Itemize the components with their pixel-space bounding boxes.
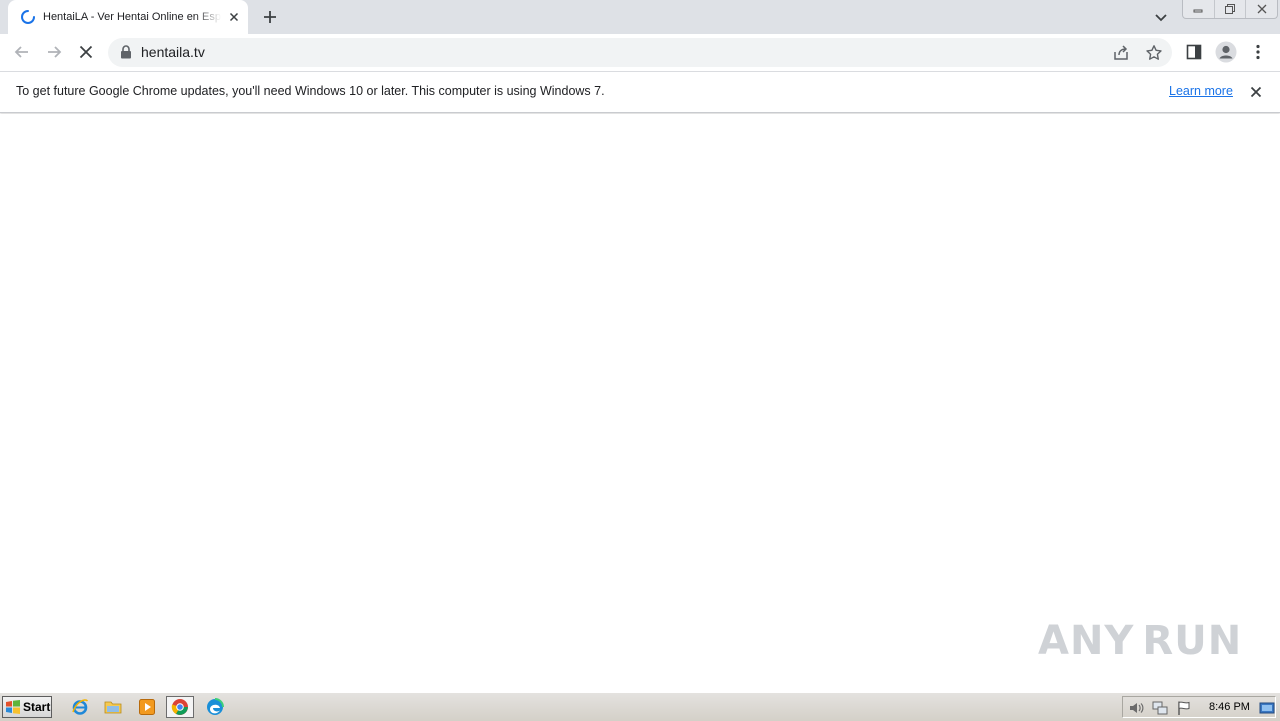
back-button[interactable]: [12, 42, 32, 62]
start-label: Start: [23, 700, 51, 714]
watermark-text-right: RUN: [1142, 618, 1243, 664]
three-dots-menu-icon: [1256, 44, 1260, 60]
tab-close-icon[interactable]: [226, 9, 242, 25]
system-tray: 8:46 PM: [1122, 696, 1276, 718]
windows-logo-icon: [6, 700, 20, 714]
learn-more-link[interactable]: Learn more: [1169, 84, 1233, 99]
forward-button[interactable]: [44, 42, 64, 62]
taskbar-edge[interactable]: [204, 697, 226, 717]
taskbar-internet-explorer[interactable]: [69, 697, 91, 717]
tab-title: HentaiLA - Ver Hentai Online en Español: [43, 11, 221, 23]
bookmark-star-icon[interactable]: [1145, 44, 1163, 62]
browser-toolbar: hentaila.tv: [0, 34, 1280, 72]
url-text[interactable]: hentaila.tv: [141, 44, 205, 61]
edge-icon: [207, 698, 224, 715]
taskbar-chrome[interactable]: [166, 696, 194, 718]
restore-icon: [1225, 4, 1235, 14]
side-panel-icon: [1186, 44, 1202, 60]
side-panel-button[interactable]: [1184, 42, 1204, 62]
chrome-menu-button[interactable]: [1248, 42, 1268, 62]
tab-strip: HentaiLA - Ver Hentai Online en Español: [0, 0, 1280, 34]
chrome-icon: [171, 699, 188, 715]
media-player-icon: [139, 699, 155, 715]
loading-spinner-icon: [21, 10, 35, 24]
profile-button[interactable]: [1215, 41, 1237, 63]
stop-x-icon: [79, 45, 93, 59]
new-tab-icon[interactable]: [260, 7, 280, 27]
share-icon[interactable]: [1112, 44, 1130, 62]
taskbar-clock[interactable]: 8:46 PM: [1209, 701, 1250, 714]
taskbar-file-explorer[interactable]: [102, 697, 124, 717]
lock-icon[interactable]: [120, 45, 132, 59]
anyrun-watermark: ANY RUN: [1038, 612, 1241, 670]
infobar-close-icon[interactable]: [1248, 84, 1264, 100]
minimize-button[interactable]: [1183, 0, 1215, 18]
internet-explorer-icon: [72, 699, 89, 715]
page-content-area[interactable]: [0, 114, 1280, 692]
browser-tab[interactable]: HentaiLA - Ver Hentai Online en Español: [8, 0, 248, 34]
back-arrow-icon: [14, 46, 28, 58]
address-bar[interactable]: hentaila.tv: [108, 38, 1172, 67]
tab-search-chevron-icon[interactable]: [1152, 8, 1170, 26]
file-explorer-icon: [104, 701, 122, 714]
taskbar-media-player[interactable]: [136, 697, 158, 717]
forward-arrow-icon: [48, 46, 62, 58]
window-controls: [1182, 0, 1278, 19]
windows-taskbar: Start 8:46 PM: [0, 692, 1280, 721]
show-desktop-icon[interactable]: [1259, 700, 1275, 716]
infobar-message: To get future Google Chrome updates, you…: [16, 84, 605, 98]
update-infobar: To get future Google Chrome updates, you…: [0, 72, 1280, 113]
minimize-icon: [1193, 9, 1203, 13]
volume-icon[interactable]: [1128, 700, 1144, 716]
close-window-button[interactable]: [1246, 0, 1277, 18]
action-center-flag-icon[interactable]: [1176, 700, 1192, 716]
watermark-text-left: ANY: [1038, 618, 1135, 664]
start-button[interactable]: Start: [2, 696, 52, 718]
close-icon: [1257, 4, 1267, 14]
restore-button[interactable]: [1215, 0, 1247, 18]
network-icon[interactable]: [1152, 700, 1168, 716]
stop-loading-button[interactable]: [76, 42, 96, 62]
profile-avatar-icon: [1215, 41, 1237, 63]
